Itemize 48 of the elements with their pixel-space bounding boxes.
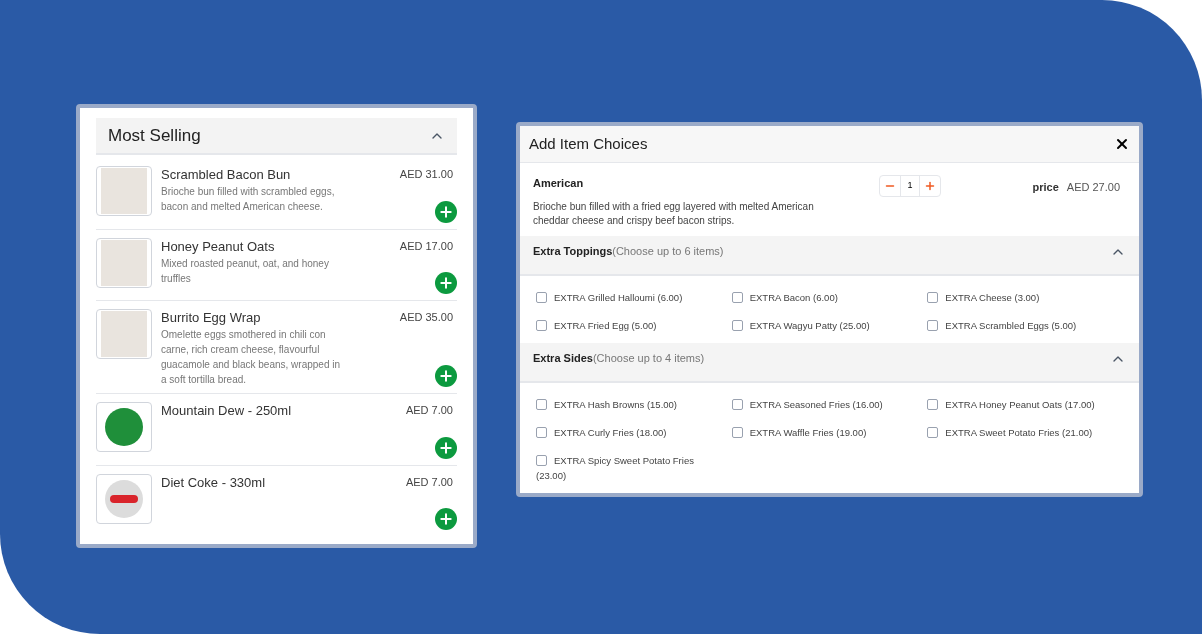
option-checkbox[interactable]: EXTRA Honey Peanut Oats (17.00) xyxy=(927,396,1113,412)
item-price: AED 31.00 xyxy=(399,167,453,182)
add-button[interactable] xyxy=(435,508,457,530)
option-checkbox[interactable]: EXTRA Curly Fries (18.00) xyxy=(536,424,721,440)
add-button[interactable] xyxy=(435,365,457,387)
option-checkbox[interactable]: EXTRA Fried Egg (5.00) xyxy=(536,317,721,333)
option-checkbox[interactable]: EXTRA Scrambled Eggs (5.00) xyxy=(927,317,1113,333)
plus-icon xyxy=(438,439,454,456)
item-description: Omelette eggs smothered in chili con carne, rich cream cheese, flavourful guacamole and black beans, wrapped in a soft tortilla bread. xyxy=(161,328,341,387)
plus-icon xyxy=(438,511,454,527)
close-icon xyxy=(1114,136,1130,152)
quantity-value[interactable]: 1 xyxy=(900,176,920,196)
option-checkbox[interactable]: EXTRA Seasoned Fries (16.00) xyxy=(731,396,917,412)
option-checkbox[interactable]: EXTRA Cheese (3.00) xyxy=(927,289,1113,305)
option-checkbox[interactable]: EXTRA Waffle Fries (19.00) xyxy=(731,424,917,440)
item-description: Mixed roasted peanut, oat, and honey truffles xyxy=(161,256,330,286)
option-checkbox[interactable]: EXTRA Bacon (6.00) xyxy=(731,289,917,305)
price-value: AED 27.00 xyxy=(1066,180,1120,195)
option-checkbox[interactable]: EXTRA Hash Browns (15.00) xyxy=(536,396,721,412)
plus-icon xyxy=(924,180,936,192)
item-name: Scrambled Bacon Bun xyxy=(161,166,292,184)
item-name: American xyxy=(533,176,585,191)
item-name: Burrito Egg Wrap xyxy=(161,309,262,327)
item-price: AED 7.00 xyxy=(405,403,453,418)
plus-icon xyxy=(438,275,454,291)
option-checkbox[interactable]: EXTRA Wagyu Patty (25.00) xyxy=(731,317,917,333)
item-price: AED 17.00 xyxy=(399,238,453,254)
add-button[interactable] xyxy=(435,436,457,459)
add-button[interactable] xyxy=(435,272,457,294)
option-checkbox[interactable]: EXTRA Sweet Potato Fries (21.00) xyxy=(927,424,1113,440)
item-price: AED 7.00 xyxy=(405,474,453,490)
price-label: price xyxy=(1032,180,1059,195)
dialog-title: Add Item Choices xyxy=(529,133,648,154)
item-description: Brioche bun filled with scrambled eggs, bacon and melted American cheese. xyxy=(161,185,336,214)
section-heading: Extra Toppings(Choose up to 6 items) xyxy=(533,244,724,260)
option-checkbox[interactable]: EXTRA Grilled Halloumi (6.00) xyxy=(536,289,721,305)
add-button[interactable] xyxy=(435,200,457,223)
close-button[interactable] xyxy=(1114,136,1130,152)
plus-icon xyxy=(438,368,454,384)
section-heading: Extra Sides(Choose up to 4 items) xyxy=(533,351,705,367)
option-checkbox[interactable]: EXTRA Spicy Sweet Potato Fries (23.00) xyxy=(536,452,721,483)
item-price: AED 35.00 xyxy=(399,310,453,325)
section-title: Most Selling xyxy=(108,124,201,147)
item-name: Honey Peanut Oats xyxy=(161,237,276,256)
item-description: Brioche bun filled with a fried egg layered with melted American cheddar cheese and crispy beef bacon strips. xyxy=(533,199,815,228)
item-name: Mountain Dew - 250ml xyxy=(161,402,293,420)
plus-icon xyxy=(438,203,454,220)
item-name: Diet Coke - 330ml xyxy=(161,473,267,492)
